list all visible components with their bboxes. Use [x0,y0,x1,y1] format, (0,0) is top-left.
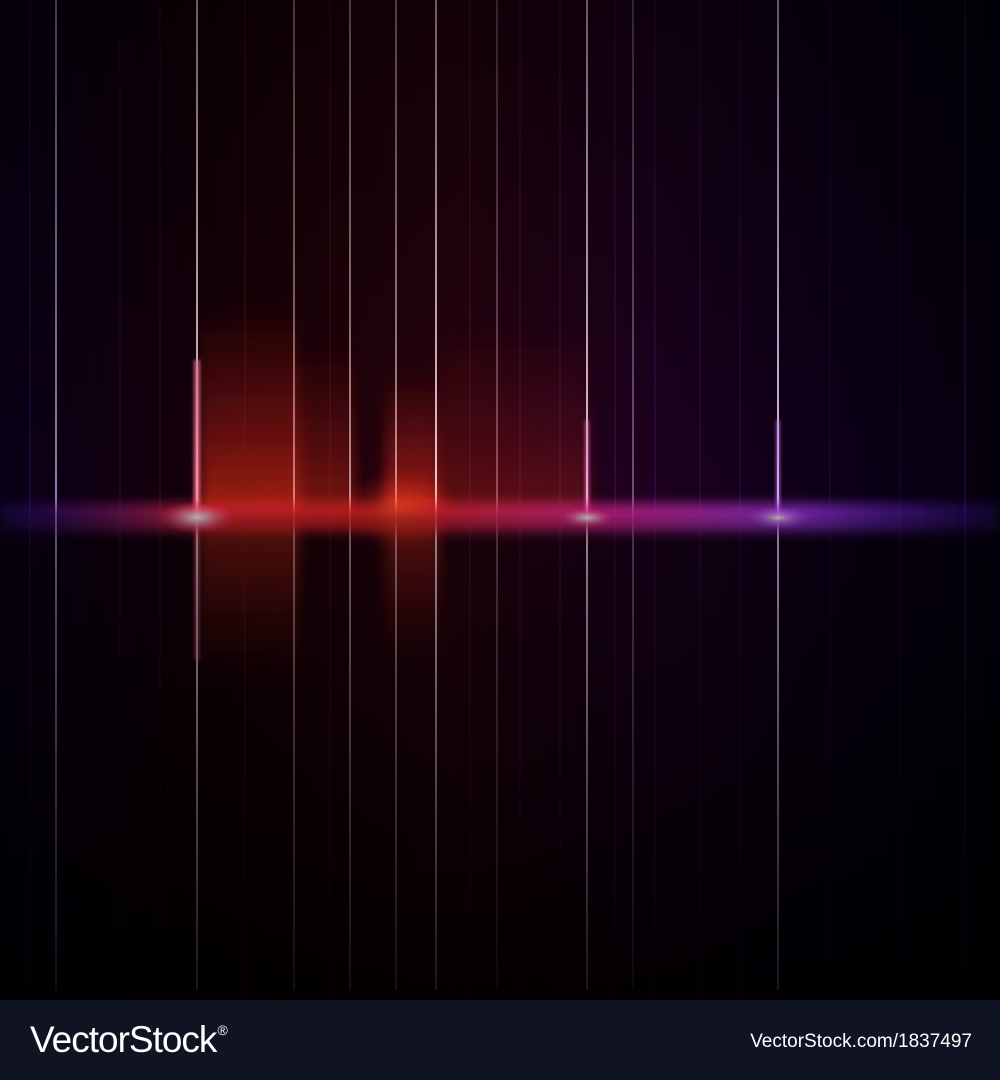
shadow-overlay [0,0,1000,1000]
abstract-light-artwork [0,0,1000,1000]
brand-logo-text: VectorStock [30,1019,217,1060]
watermark-footer: VectorStock® VectorStock.com/1837497 [0,1000,1000,1080]
neon-lines-graphic [0,0,1000,1000]
registered-mark: ® [217,1022,227,1038]
brand-logo: VectorStock® [30,1018,228,1062]
image-credit: VectorStock.com/1837497 [750,1031,972,1052]
